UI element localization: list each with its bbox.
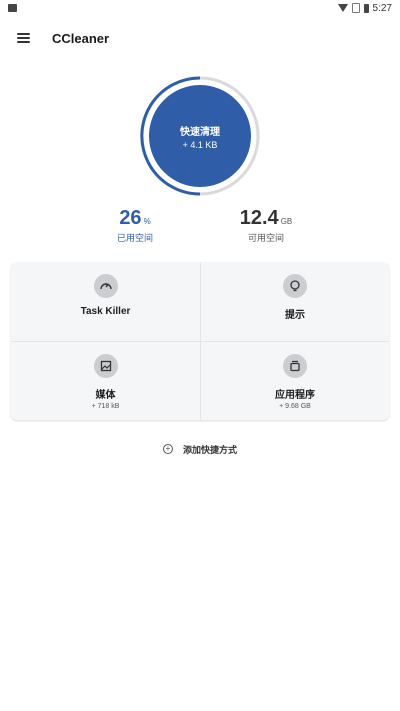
free-space-caption: 可用空间 xyxy=(247,233,284,243)
tile-size: + 9.68 GB xyxy=(279,403,311,410)
feature-grid: Task Killer 提示 媒体 + 718 kB 应用程序 + 9.68 G… xyxy=(11,262,389,420)
tile-apps[interactable]: 应用程序 + 9.68 GB xyxy=(200,341,389,420)
wifi-icon xyxy=(337,4,348,12)
used-space-unit: % xyxy=(143,217,151,226)
used-space-caption: 已用空间 xyxy=(116,233,153,243)
lightbulb-icon xyxy=(283,274,307,298)
tile-media[interactable]: 媒体 + 718 kB xyxy=(11,341,200,420)
tile-size: + 718 kB xyxy=(91,403,120,410)
quick-clean-size: + 4.1 KB xyxy=(182,139,218,150)
used-space-value: 26 xyxy=(119,207,142,229)
speedometer-icon xyxy=(93,274,118,298)
tile-task-killer[interactable]: Task Killer xyxy=(11,262,200,341)
no-sim-icon xyxy=(351,3,360,13)
quick-clean-button[interactable]: 快速清理 + 4.1 KB xyxy=(149,85,251,187)
storage-ring: 快速清理 + 4.1 KB xyxy=(138,74,262,198)
battery-icon xyxy=(363,3,369,13)
tile-label: 应用程序 xyxy=(275,390,315,401)
app-title: CCleaner xyxy=(52,30,110,46)
add-shortcut-label: 添加快捷方式 xyxy=(182,444,237,455)
tile-label: 媒体 xyxy=(95,390,116,401)
apps-stack-icon xyxy=(283,354,307,378)
clock: 5:27 xyxy=(372,2,392,14)
free-space-unit: GB xyxy=(280,217,293,226)
tile-label: Task Killer xyxy=(80,306,131,317)
quick-clean-label: 快速清理 xyxy=(180,126,220,138)
status-bar: 5:27 xyxy=(0,0,400,16)
used-space-stat: 26% 已用空间 xyxy=(100,207,170,244)
hamburger-menu-icon[interactable] xyxy=(17,33,30,43)
tile-tips[interactable]: 提示 xyxy=(200,262,389,341)
free-space-value: 12.4 xyxy=(239,207,279,229)
image-icon xyxy=(8,4,17,12)
image-icon xyxy=(93,354,118,378)
tile-label: 提示 xyxy=(285,310,305,321)
app-bar: CCleaner xyxy=(0,24,400,52)
plus-circle-icon: + xyxy=(162,444,173,454)
add-shortcut-button[interactable]: + 添加快捷方式 xyxy=(0,442,400,456)
free-space-stat: 12.4 GB 可用空间 xyxy=(226,207,306,244)
